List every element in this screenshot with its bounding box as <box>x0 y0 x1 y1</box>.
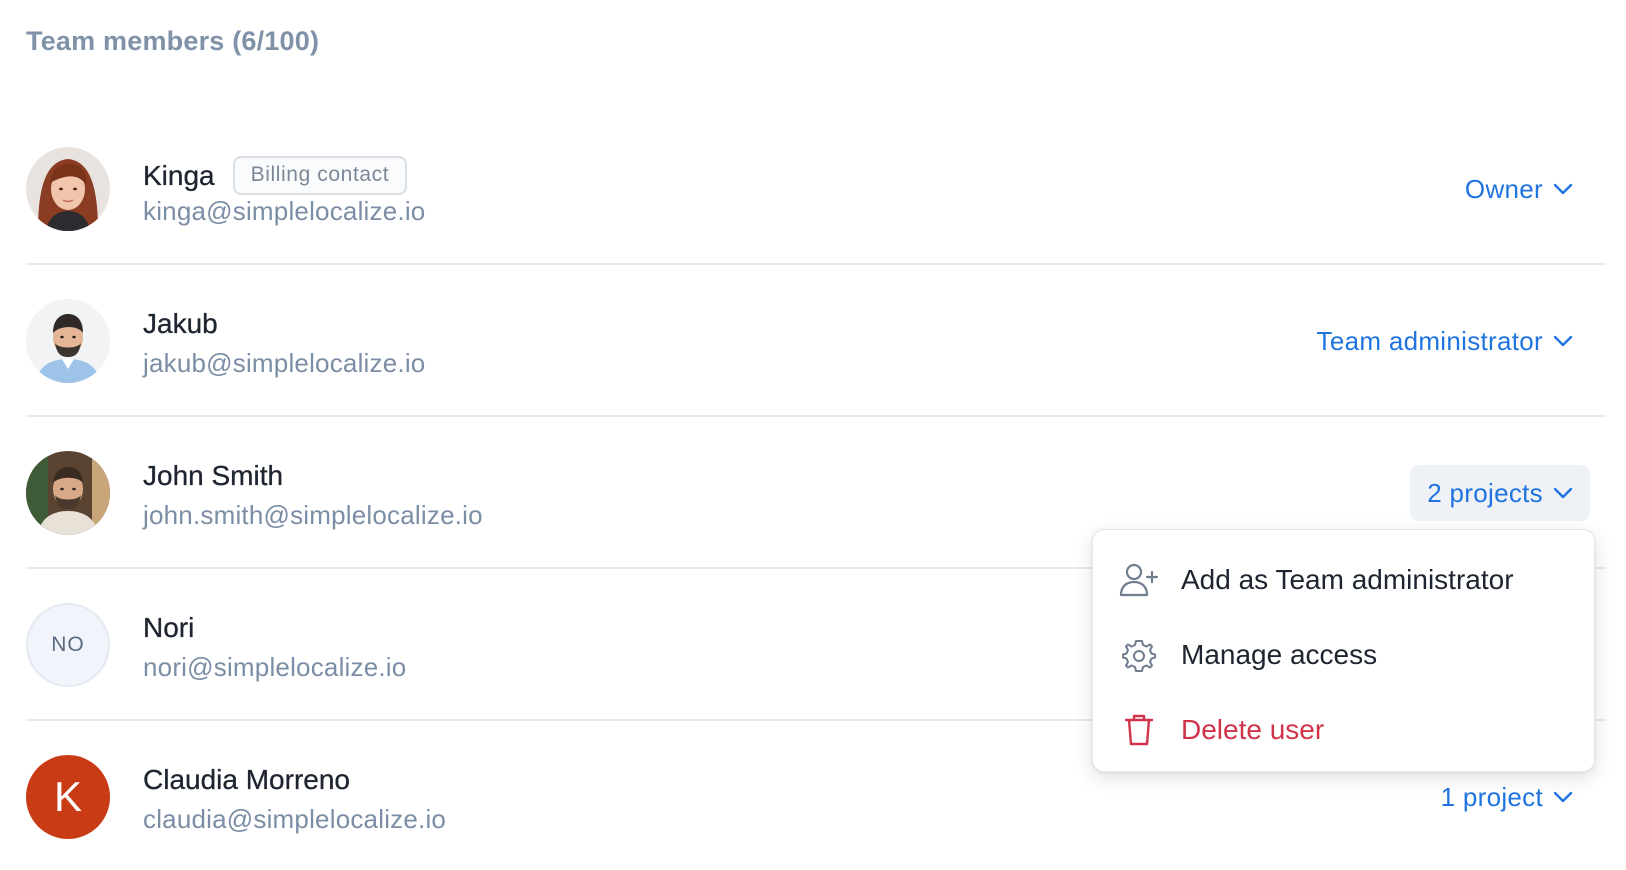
section-title: Team members (6/100) <box>26 26 320 56</box>
billing-contact-badge: Billing contact <box>232 156 408 195</box>
avatar[interactable] <box>26 299 110 383</box>
avatar[interactable] <box>26 147 110 231</box>
member-email: nori@simplelocalize.io <box>143 652 407 682</box>
member-name: Kinga Billing contact <box>143 156 408 195</box>
chevron-down-icon <box>1553 791 1573 803</box>
member-name-text: Kinga <box>143 159 215 191</box>
member-name: Claudia Morreno <box>143 764 350 796</box>
role-label: 2 projects <box>1427 477 1543 508</box>
chevron-down-icon <box>1553 335 1573 347</box>
member-email: john.smith@simplelocalize.io <box>143 500 483 530</box>
projects-dropdown-button[interactable]: 1 project <box>1424 769 1590 825</box>
member-name: John Smith <box>143 460 283 492</box>
member-name-text: Nori <box>143 612 195 643</box>
avatar-photo-icon <box>26 299 110 383</box>
menu-item-manage-access[interactable]: Manage access <box>1093 617 1594 692</box>
role-label: 1 project <box>1440 781 1543 812</box>
projects-dropdown-button[interactable]: 2 projects <box>1410 465 1590 521</box>
chevron-down-icon <box>1553 183 1573 195</box>
member-name-text: Claudia Morreno <box>143 764 350 795</box>
avatar[interactable]: NO <box>26 603 110 687</box>
member-name-text: John Smith <box>143 460 284 491</box>
avatar-photo-icon <box>26 451 110 535</box>
menu-item-label: Manage access <box>1181 638 1378 670</box>
role-label: Team administrator <box>1316 325 1543 356</box>
member-email: kinga@simplelocalize.io <box>143 196 426 226</box>
role-label: Owner <box>1464 173 1543 204</box>
gear-icon <box>1119 635 1159 675</box>
avatar-photo-icon <box>26 147 110 231</box>
member-name-text: Jakub <box>143 308 218 339</box>
menu-item-add-team-admin[interactable]: Add as Team administrator <box>1093 542 1594 617</box>
user-plus-icon <box>1119 560 1159 600</box>
member-email: jakub@simplelocalize.io <box>143 348 426 378</box>
role-dropdown-button[interactable]: Team administrator <box>1300 313 1590 369</box>
member-name: Nori <box>143 612 195 644</box>
member-email: claudia@simplelocalize.io <box>143 804 447 834</box>
role-dropdown-button[interactable]: Owner <box>1448 161 1590 217</box>
menu-item-label: Delete user <box>1181 713 1325 745</box>
team-members-page: Team members (6/100) Kinga Billing conta… <box>0 0 1626 870</box>
menu-item-label: Add as Team administrator <box>1181 563 1514 595</box>
member-row: Kinga Billing contact kinga@simplelocali… <box>26 113 1606 265</box>
menu-item-delete-user[interactable]: Delete user <box>1093 692 1594 767</box>
trash-icon <box>1119 710 1159 750</box>
chevron-down-icon <box>1553 487 1573 499</box>
member-name: Jakub <box>143 308 218 340</box>
member-row: Jakub jakub@simplelocalize.io Team admin… <box>26 265 1606 417</box>
avatar[interactable] <box>26 451 110 535</box>
member-actions-menu: Add as Team administrator Manage access … <box>1092 529 1595 772</box>
avatar[interactable]: K <box>26 755 110 839</box>
